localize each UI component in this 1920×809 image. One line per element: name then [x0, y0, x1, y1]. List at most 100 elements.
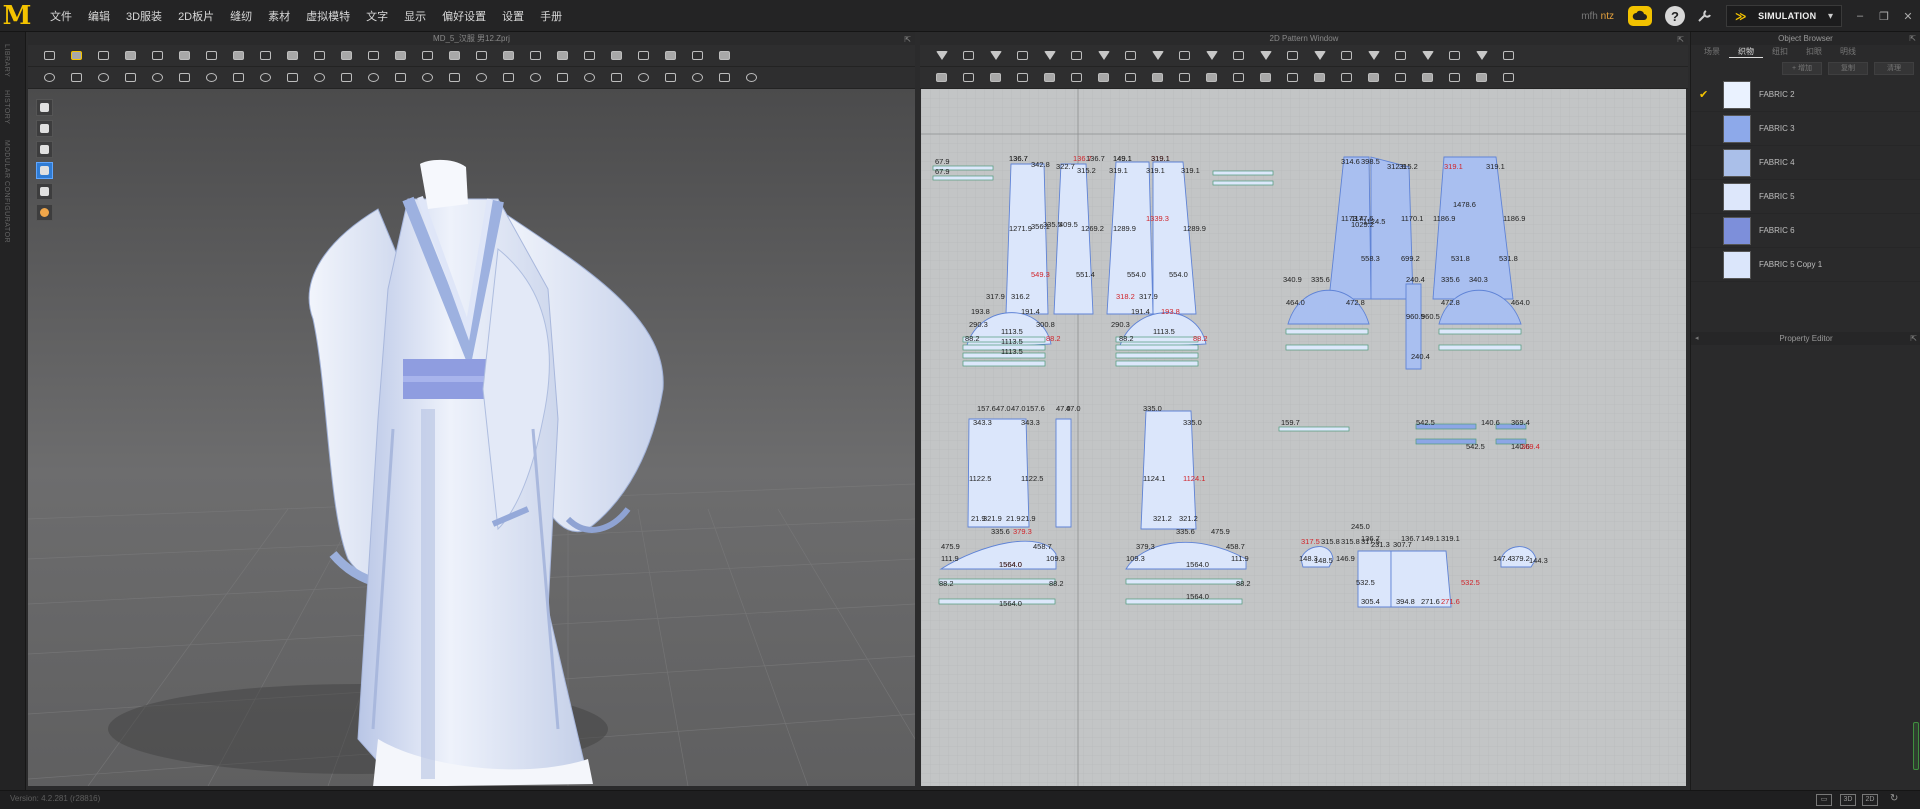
object-browser-tab-1[interactable]: 织物 — [1729, 45, 1763, 58]
layout-single-button[interactable]: ▭ — [1816, 794, 1832, 806]
tool-button-tb2d-1-5[interactable] — [1068, 48, 1085, 63]
close-button[interactable]: ✕ — [1898, 7, 1918, 25]
pattern-strip[interactable] — [938, 578, 1056, 585]
tool-button-tb2d-2-2[interactable] — [987, 70, 1004, 85]
pattern-strip[interactable] — [938, 598, 1056, 605]
menu-item-3[interactable]: 2D板片 — [170, 8, 222, 24]
tool-button-tb2d-1-0[interactable] — [933, 48, 950, 63]
tool-button-tb3d-1-1[interactable] — [68, 48, 85, 63]
tool-button-tb3d-1-13[interactable] — [392, 48, 409, 63]
pattern-strip[interactable] — [1125, 598, 1243, 605]
tool-button-tb2d-1-20[interactable] — [1473, 48, 1490, 63]
menu-item-0[interactable]: 文件 — [42, 8, 80, 24]
menu-item-9[interactable]: 偏好设置 — [434, 8, 494, 24]
tool-button-tb3d-2-26[interactable] — [743, 70, 760, 85]
pattern-strip[interactable] — [1438, 328, 1522, 335]
tool-button-tb2d-2-8[interactable] — [1149, 70, 1166, 85]
tool-button-tb2d-2-1[interactable] — [960, 70, 977, 85]
tool-button-tb3d-1-4[interactable] — [149, 48, 166, 63]
tool-button-tb2d-1-3[interactable] — [1014, 48, 1031, 63]
tool-button-tb3d-1-12[interactable] — [365, 48, 382, 63]
modular-configurator-tab[interactable]: MODULAR CONFIGURATOR — [3, 140, 10, 243]
tool-button-tb2d-1-16[interactable] — [1365, 48, 1382, 63]
tool-button-tb2d-1-10[interactable] — [1203, 48, 1220, 63]
tool-button-tb2d-1-12[interactable] — [1257, 48, 1274, 63]
tool-button-tb3d-1-18[interactable] — [527, 48, 544, 63]
tool-button-tb3d-1-11[interactable] — [338, 48, 355, 63]
tool-button-tb3d-1-7[interactable] — [230, 48, 247, 63]
object-browser-popout-icon[interactable]: ⇱ — [1909, 32, 1916, 45]
tool-button-tb2d-1-17[interactable] — [1392, 48, 1409, 63]
refresh-icon[interactable]: ↻ — [1890, 793, 1898, 804]
simulation-dropdown-icon[interactable]: ▾ — [1828, 11, 1833, 22]
tool-button-tb3d-2-9[interactable] — [284, 70, 301, 85]
tool-button-tb2d-1-15[interactable] — [1338, 48, 1355, 63]
menu-item-8[interactable]: 显示 — [396, 8, 434, 24]
pattern-strip[interactable] — [1125, 578, 1243, 585]
tool-button-tb2d-2-15[interactable] — [1338, 70, 1355, 85]
tool-button-tb2d-1-2[interactable] — [987, 48, 1004, 63]
tool-button-tb3d-2-12[interactable] — [365, 70, 382, 85]
pattern-strip[interactable] — [1115, 344, 1199, 351]
tool-button-tb2d-2-11[interactable] — [1230, 70, 1247, 85]
avatar-skin-button[interactable] — [36, 204, 53, 221]
tool-button-tb2d-2-6[interactable] — [1095, 70, 1112, 85]
tool-button-tb2d-1-13[interactable] — [1284, 48, 1301, 63]
tool-button-tb2d-1-18[interactable] — [1419, 48, 1436, 63]
pattern-strip[interactable] — [1212, 170, 1274, 176]
tool-button-tb3d-2-0[interactable] — [41, 70, 58, 85]
tool-button-tb3d-2-5[interactable] — [176, 70, 193, 85]
tool-button-tb2d-1-21[interactable] — [1500, 48, 1517, 63]
tool-button-tb3d-1-16[interactable] — [473, 48, 490, 63]
tool-button-tb2d-2-17[interactable] — [1392, 70, 1409, 85]
tool-button-tb3d-1-2[interactable] — [95, 48, 112, 63]
tool-button-tb3d-1-6[interactable] — [203, 48, 220, 63]
object-browser-action-0[interactable]: + 增加 — [1782, 61, 1822, 75]
restore-button[interactable]: ❐ — [1874, 7, 1894, 25]
tools-button[interactable] — [1695, 6, 1715, 26]
fabric-item[interactable]: FABRIC 6 — [1691, 214, 1920, 248]
tool-button-tb2d-1-4[interactable] — [1041, 48, 1058, 63]
tool-button-tb3d-1-8[interactable] — [257, 48, 274, 63]
tool-button-tb2d-2-0[interactable] — [933, 70, 950, 85]
tool-button-tb2d-1-8[interactable] — [1149, 48, 1166, 63]
tool-button-tb3d-1-25[interactable] — [716, 48, 733, 63]
show-garment-button[interactable] — [36, 99, 53, 116]
tool-button-tb3d-2-23[interactable] — [662, 70, 679, 85]
tool-button-tb2d-2-4[interactable] — [1041, 70, 1058, 85]
pattern-piece[interactable] — [1140, 410, 1197, 530]
menu-item-11[interactable]: 手册 — [532, 8, 570, 24]
pattern-strip[interactable] — [1212, 180, 1274, 186]
tool-button-tb2d-2-20[interactable] — [1473, 70, 1490, 85]
show-avatar-button[interactable] — [36, 141, 53, 158]
simulation-toggle[interactable]: ≫ SIMULATION ▾ — [1726, 5, 1842, 27]
tool-button-tb3d-1-10[interactable] — [311, 48, 328, 63]
tool-button-tb3d-2-22[interactable] — [635, 70, 652, 85]
tool-button-tb3d-2-4[interactable] — [149, 70, 166, 85]
fabric-item[interactable]: FABRIC 5 — [1691, 180, 1920, 214]
texture-view-button[interactable] — [36, 162, 53, 179]
fabric-item[interactable]: FABRIC 4 — [1691, 146, 1920, 180]
tool-button-tb2d-2-14[interactable] — [1311, 70, 1328, 85]
pattern-strip[interactable] — [962, 360, 1046, 367]
tool-button-tb3d-1-15[interactable] — [446, 48, 463, 63]
pattern-strip[interactable] — [1285, 328, 1369, 335]
object-browser-action-1[interactable]: 复制 — [1828, 61, 1868, 75]
menu-item-6[interactable]: 虚拟模特 — [298, 8, 358, 24]
menu-item-10[interactable]: 设置 — [494, 8, 532, 24]
tool-button-tb3d-2-24[interactable] — [689, 70, 706, 85]
tool-button-tb3d-1-19[interactable] — [554, 48, 571, 63]
tool-button-tb2d-2-7[interactable] — [1122, 70, 1139, 85]
3d-viewport[interactable] — [28, 89, 915, 786]
tool-button-tb3d-2-6[interactable] — [203, 70, 220, 85]
pattern-strip[interactable] — [1115, 360, 1199, 367]
tool-button-tb2d-2-3[interactable] — [1014, 70, 1031, 85]
help-button[interactable]: ? — [1665, 6, 1685, 26]
tool-button-tb2d-2-9[interactable] — [1176, 70, 1193, 85]
history-tab[interactable]: HISTORY — [3, 90, 10, 124]
2d-window-popout-icon[interactable]: ⇱ — [1677, 33, 1684, 46]
tool-button-tb3d-1-17[interactable] — [500, 48, 517, 63]
tool-button-tb3d-2-15[interactable] — [446, 70, 463, 85]
pattern-strip[interactable] — [1278, 426, 1350, 432]
tool-button-tb3d-1-9[interactable] — [284, 48, 301, 63]
